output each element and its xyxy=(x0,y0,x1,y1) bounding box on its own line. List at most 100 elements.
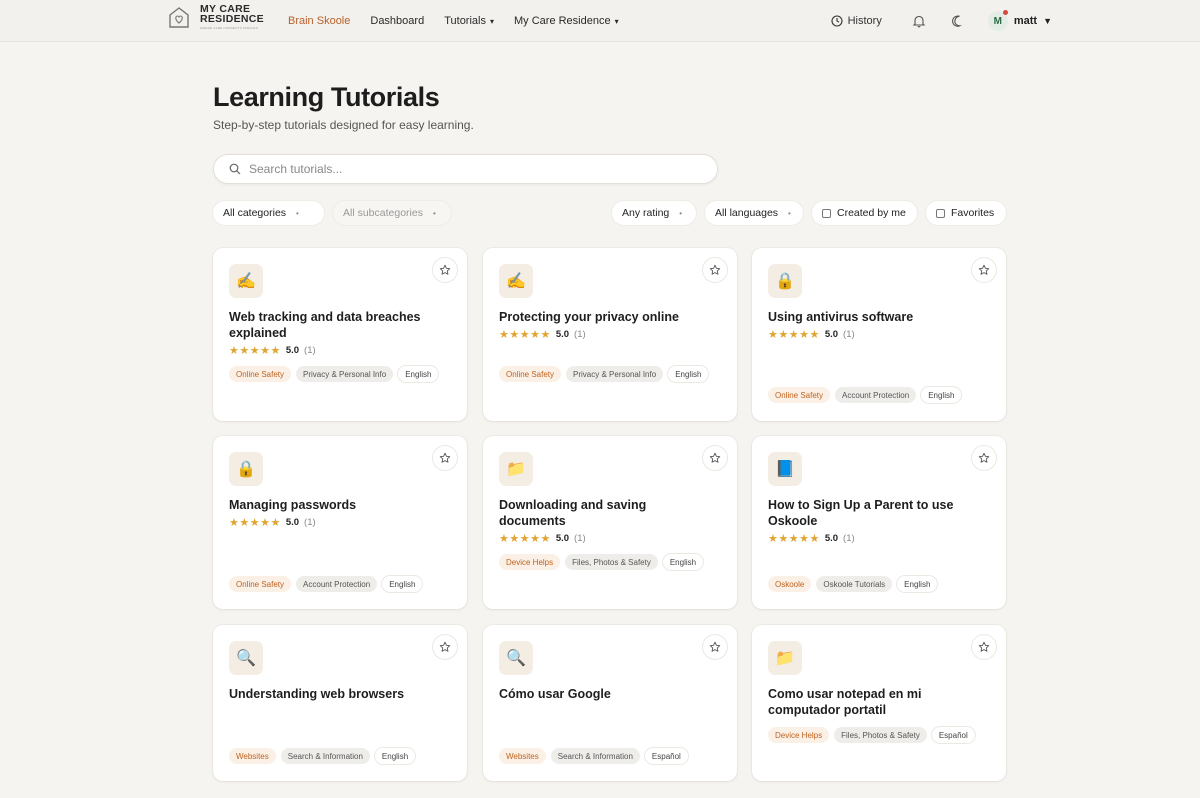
category-tag: Online Safety xyxy=(499,366,562,382)
tag-list: Online Safety Account Protection English xyxy=(229,576,454,592)
nav-link-label: Brain Skoole xyxy=(288,15,351,27)
subcategory-tag: Account Protection xyxy=(296,576,378,592)
category-select[interactable]: All categories • xyxy=(213,201,324,225)
tutorial-card[interactable]: 🔒 Using antivirus software ★★★★★ 5.0 (1)… xyxy=(752,248,1006,421)
rating-count: (1) xyxy=(304,345,316,356)
notification-dot xyxy=(1002,10,1008,15)
category-tag: Oskoole xyxy=(768,576,812,592)
tutorial-card[interactable]: ✍️ Protecting your privacy online ★★★★★ … xyxy=(483,248,737,421)
rating: ★★★★★ 5.0 (1) xyxy=(229,344,316,357)
category-tag: Online Safety xyxy=(768,387,831,403)
tag-list: Online Safety Account Protection English xyxy=(768,387,993,403)
search-input[interactable] xyxy=(249,162,689,176)
rating-select[interactable]: Any rating • xyxy=(612,201,696,225)
favorite-star-button[interactable] xyxy=(433,258,457,282)
category-tag: Websites xyxy=(229,748,276,764)
caret-down-icon: ▼ xyxy=(1043,16,1052,26)
rating-count: (1) xyxy=(843,533,855,544)
rating-score: 5.0 xyxy=(555,533,570,544)
moon-icon[interactable] xyxy=(950,14,964,28)
nav-link-label: My Care Residence xyxy=(514,15,611,27)
category-tag: Online Safety xyxy=(229,576,292,592)
house-heart-icon xyxy=(169,7,189,28)
category-tag: Websites xyxy=(499,748,546,764)
filter-bar: All categories • All subcategories • Any r… xyxy=(0,201,1200,225)
tutorial-card[interactable]: ✍️ Web tracking and data breaches explai… xyxy=(213,248,467,421)
created-by-me-checkbox[interactable]: Created by me xyxy=(812,201,917,225)
tutorial-card[interactable]: 🔍 Understanding web browsers Websites Se… xyxy=(213,625,467,781)
language-select-value: All languages xyxy=(715,207,779,219)
logo[interactable]: MY CARE RESIDENCE WHERE CARE CONNECTS FA… xyxy=(168,4,264,30)
tutorial-title: Downloading and saving documents xyxy=(499,498,647,528)
book-icon: 📘 xyxy=(768,452,802,486)
rating-score: 5.0 xyxy=(285,345,300,356)
tutorial-title: Understanding web browsers xyxy=(229,687,405,701)
rating: ★★★★★ 5.0 (1) xyxy=(768,532,855,545)
favorite-star-button[interactable] xyxy=(703,258,727,282)
nav-link-brain-skoole[interactable]: Brain Skoole xyxy=(288,15,350,27)
checkbox-icon xyxy=(936,208,945,218)
avatar-initial: M xyxy=(993,15,1003,27)
rating-stars: ★★★★★ xyxy=(499,533,551,545)
writing-hand-icon: ✍️ xyxy=(229,264,263,298)
logo-text-line2: RESIDENCE xyxy=(200,13,264,25)
tutorial-title: How to Sign Up a Parent to use Oskoole xyxy=(768,498,954,528)
tutorial-card[interactable]: 📁 Downloading and saving documents ★★★★★… xyxy=(483,436,737,609)
user-menu[interactable]: M matt ▼ xyxy=(987,10,1052,31)
search-bar xyxy=(213,154,718,184)
tutorial-title: Managing passwords xyxy=(229,498,357,512)
rating-count: (1) xyxy=(574,329,586,340)
language-select[interactable]: All languages • xyxy=(705,201,803,225)
tag-list: Device Helps Files, Photos & Safety Espa… xyxy=(768,727,993,743)
nav-link-dashboard[interactable]: Dashboard xyxy=(370,15,424,27)
tutorial-card[interactable]: 🔒 Managing passwords ★★★★★ 5.0 (1) Onlin… xyxy=(213,436,467,609)
favorite-star-button[interactable] xyxy=(703,446,727,470)
bell-icon[interactable] xyxy=(912,14,926,28)
favorite-star-button[interactable] xyxy=(433,635,457,659)
favorite-star-button[interactable] xyxy=(972,446,996,470)
page-subtitle: Step-by-step tutorials designed for easy… xyxy=(213,118,474,132)
dropdown-indicator-icon: • xyxy=(679,208,683,218)
star-outline-icon xyxy=(709,452,721,463)
category-tag: Device Helps xyxy=(768,727,830,743)
avatar: M xyxy=(987,10,1008,31)
language-tag: English xyxy=(374,748,416,764)
history-button[interactable]: History xyxy=(831,15,882,27)
favorite-star-button[interactable] xyxy=(972,635,996,659)
star-outline-icon xyxy=(439,641,451,652)
tag-list: Online Safety Privacy & Personal Info En… xyxy=(499,366,724,382)
created-by-me-label: Created by me xyxy=(837,207,906,219)
favorite-star-button[interactable] xyxy=(703,635,727,659)
chevron-down-icon: ▾ xyxy=(489,17,494,26)
search-icon xyxy=(229,163,241,175)
top-nav: MY CARE RESIDENCE WHERE CARE CONNECTS FA… xyxy=(0,0,1200,42)
category-select-value: All categories xyxy=(223,207,287,219)
subcategory-tag: Privacy & Personal Info xyxy=(566,366,664,382)
favorite-star-button[interactable] xyxy=(972,258,996,282)
nav-link-tutorials[interactable]: Tutorials ▾ xyxy=(444,15,494,27)
favorites-checkbox[interactable]: Favorites xyxy=(926,201,1006,225)
nav-right: History M matt ▼ xyxy=(831,0,1052,42)
tag-list: Online Safety Privacy & Personal Info En… xyxy=(229,366,454,382)
tutorial-card[interactable]: 🔍 Cómo usar Google Websites Search & Inf… xyxy=(483,625,737,781)
rating-count: (1) xyxy=(304,517,316,528)
tutorial-card[interactable]: 📘 How to Sign Up a Parent to use Oskoole… xyxy=(752,436,1006,609)
subcategory-tag: Privacy & Personal Info xyxy=(296,366,394,382)
subcategory-tag: Files, Photos & Safety xyxy=(834,727,927,743)
tutorial-card[interactable]: 📁 Como usar notepad en mi computador por… xyxy=(752,625,1006,781)
subcategory-tag: Files, Photos & Safety xyxy=(565,554,658,570)
nav-links: Brain Skoole Dashboard Tutorials ▾ My Car… xyxy=(288,0,619,42)
language-tag: English xyxy=(398,366,439,382)
rating-score: 5.0 xyxy=(824,329,839,340)
tutorial-title: Cómo usar Google xyxy=(499,687,611,701)
category-tag: Device Helps xyxy=(499,554,561,570)
nav-link-my-care-residence[interactable]: My Care Residence ▾ xyxy=(514,15,619,27)
language-tag: English xyxy=(921,387,962,403)
favorite-star-button[interactable] xyxy=(433,446,457,470)
dropdown-indicator-icon: • xyxy=(788,208,791,218)
tag-list: Websites Search & Information English xyxy=(229,748,454,764)
subcategory-select[interactable]: All subcategories • xyxy=(333,201,451,225)
folder-icon: 📁 xyxy=(499,452,533,486)
rating-stars: ★★★★★ xyxy=(768,329,820,341)
magnifier-icon: 🔍 xyxy=(499,641,533,675)
